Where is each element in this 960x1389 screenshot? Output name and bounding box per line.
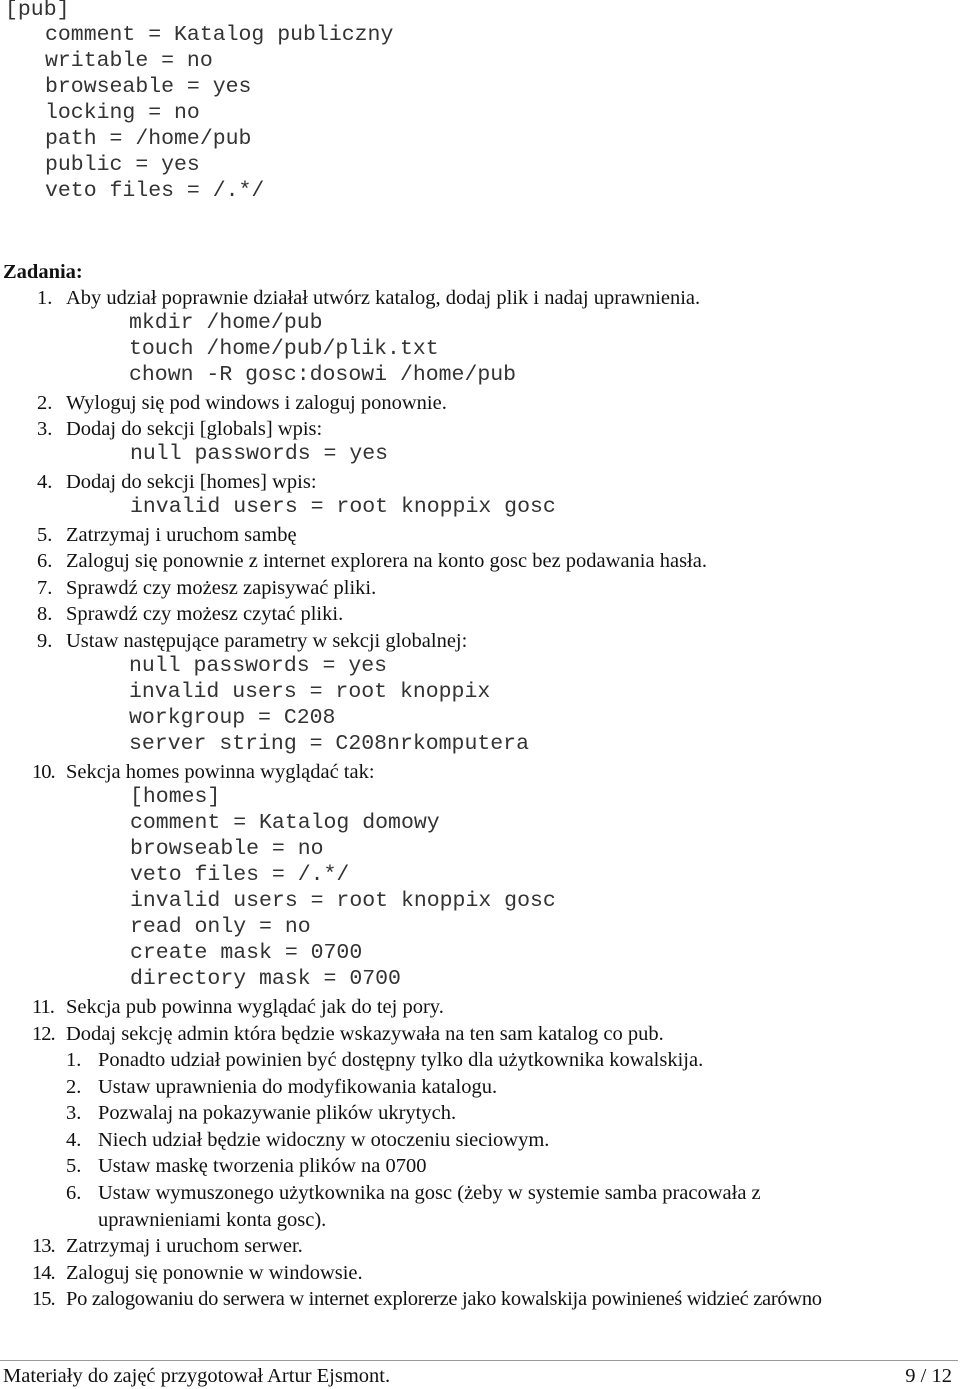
task-text: Aby udział poprawnie działał utwórz kata… bbox=[66, 287, 701, 309]
task-number: 5. bbox=[37, 524, 53, 546]
config-line: writable = no bbox=[45, 49, 213, 73]
code-line: chown -R gosc:dosowi /home/pub bbox=[129, 363, 517, 387]
subtask-text: Pozwalaj na pokazywanie plików ukrytych. bbox=[98, 1102, 457, 1124]
task-number: 10. bbox=[32, 761, 56, 783]
code-line: invalid users = root knoppix gosc bbox=[130, 889, 556, 913]
task-text: Dodaj do sekcji [homes] wpis: bbox=[66, 471, 317, 493]
task-number: 4. bbox=[37, 471, 53, 493]
task-text: Zatrzymaj i uruchom serwer. bbox=[66, 1235, 303, 1257]
subtask-number: 6. bbox=[66, 1182, 82, 1204]
config-section-header: [pub] bbox=[5, 0, 70, 22]
config-line: veto files = /.*/ bbox=[45, 179, 265, 203]
task-number: 13. bbox=[32, 1235, 56, 1257]
subtask-number: 4. bbox=[66, 1129, 82, 1151]
task-text: Ustaw następujące parametry w sekcji glo… bbox=[66, 630, 468, 652]
config-line: browseable = yes bbox=[45, 75, 252, 99]
task-text: Sekcja pub powinna wyglądać jak do tej p… bbox=[66, 996, 444, 1018]
code-line: mkdir /home/pub bbox=[129, 311, 323, 335]
subtask-text: Ponadto udział powinien być dostępny tyl… bbox=[98, 1049, 704, 1071]
task-text: Po zalogowaniu do serwera w internet exp… bbox=[66, 1288, 822, 1310]
tasks-heading: Zadania: bbox=[3, 261, 83, 283]
task-number: 8. bbox=[37, 603, 53, 625]
task-text: Sekcja homes powinna wyglądać tak: bbox=[66, 761, 375, 783]
task-text: Zaloguj się ponownie w windowsie. bbox=[66, 1262, 363, 1284]
code-line: null passwords = yes bbox=[130, 442, 389, 466]
code-line: invalid users = root knoppix bbox=[129, 680, 491, 704]
subtask-number: 3. bbox=[66, 1102, 82, 1124]
task-text: Wyloguj się pod windows i zaloguj ponown… bbox=[66, 392, 447, 414]
task-number: 6. bbox=[37, 550, 53, 572]
task-number: 12. bbox=[32, 1023, 56, 1045]
task-text: Zatrzymaj i uruchom sambę bbox=[66, 524, 297, 546]
code-line: veto files = /.*/ bbox=[130, 863, 350, 887]
code-line: server string = C208nrkomputera bbox=[129, 732, 529, 756]
config-line: comment = Katalog publiczny bbox=[45, 23, 394, 47]
code-line: touch /home/pub/plik.txt bbox=[129, 337, 439, 361]
task-text: Zaloguj się ponownie z internet explorer… bbox=[66, 550, 707, 572]
code-line: comment = Katalog domowy bbox=[130, 811, 440, 835]
code-line: read only = no bbox=[130, 915, 311, 939]
subtask-text-continuation: uprawnieniami konta gosc). bbox=[98, 1209, 327, 1231]
task-text: Dodaj sekcję admin która będzie wskazywa… bbox=[66, 1023, 664, 1045]
subtask-number: 1. bbox=[66, 1049, 82, 1071]
code-line: browseable = no bbox=[130, 837, 324, 861]
code-line: invalid users = root knoppix gosc bbox=[130, 495, 556, 519]
subtask-text: Ustaw uprawnienia do modyfikowania katal… bbox=[98, 1076, 498, 1098]
task-text: Dodaj do sekcji [globals] wpis: bbox=[66, 418, 323, 440]
task-number: 9. bbox=[37, 630, 53, 652]
code-line: [homes] bbox=[130, 785, 221, 809]
task-text: Sprawdź czy możesz czytać pliki. bbox=[66, 603, 344, 625]
code-line: null passwords = yes bbox=[129, 654, 388, 678]
subtask-text: Ustaw maskę tworzenia plików na 0700 bbox=[98, 1155, 427, 1177]
task-number: 14. bbox=[32, 1262, 56, 1284]
config-line: public = yes bbox=[45, 153, 200, 177]
footer-divider bbox=[0, 1360, 958, 1361]
subtask-text: Niech udział będzie widoczny w otoczeniu… bbox=[98, 1129, 550, 1151]
task-number: 3. bbox=[37, 418, 53, 440]
footer-author-note: Materiały do zajęć przygotował Artur Ejs… bbox=[3, 1365, 391, 1387]
task-text: Sprawdź czy możesz zapisywać pliki. bbox=[66, 577, 377, 599]
subtask-text: Ustaw wymuszonego użytkownika na gosc (ż… bbox=[98, 1182, 761, 1204]
task-number: 1. bbox=[37, 287, 53, 309]
task-number: 7. bbox=[37, 577, 53, 599]
task-number: 11. bbox=[32, 996, 55, 1018]
task-number: 2. bbox=[37, 392, 53, 414]
code-line: create mask = 0700 bbox=[130, 941, 363, 965]
subtask-number: 5. bbox=[66, 1155, 82, 1177]
config-line: path = /home/pub bbox=[45, 127, 252, 151]
page-indicator: 9 / 12 bbox=[905, 1365, 952, 1387]
subtask-number: 2. bbox=[66, 1076, 82, 1098]
code-line: directory mask = 0700 bbox=[130, 967, 401, 991]
code-line: workgroup = C208 bbox=[129, 706, 336, 730]
config-line: locking = no bbox=[45, 101, 200, 125]
task-number: 15. bbox=[32, 1288, 56, 1310]
